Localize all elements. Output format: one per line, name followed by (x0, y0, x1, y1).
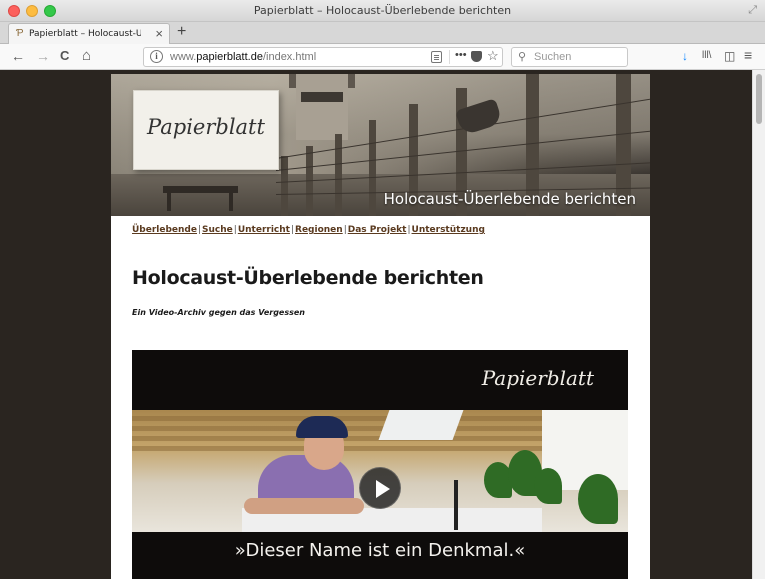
search-placeholder: Suchen (534, 51, 572, 63)
url-separator (449, 50, 450, 64)
plant (534, 468, 562, 504)
video-caption: »Dieser Name ist ein Denkmal.« (234, 540, 526, 561)
menu-separator: | (290, 225, 295, 235)
tab-strip: Ƥ Papierblatt – Holocaust-Überle × + (0, 22, 765, 44)
banner-caption: Holocaust-Überlebende berichten (383, 190, 636, 208)
person-arms (244, 498, 364, 514)
forward-button[interactable]: → (36, 48, 50, 64)
menu-separator: | (197, 225, 202, 235)
search-icon: ⚲ (518, 51, 527, 63)
watchtower (296, 74, 348, 140)
pocket-icon[interactable] (471, 51, 482, 62)
tab-papierblatt[interactable]: Ƥ Papierblatt – Holocaust-Überle × (8, 23, 170, 44)
fence-post (281, 156, 288, 216)
menu-item-das-projekt[interactable]: Das Projekt (348, 225, 407, 235)
video-logo: Papierblatt (481, 366, 594, 390)
back-button[interactable]: ← (11, 48, 25, 64)
fence-post (369, 120, 376, 216)
logo-text: Papierblatt (147, 115, 265, 139)
search-input[interactable]: ⚲ Suchen (511, 47, 628, 67)
url-text[interactable]: www.papierblatt.de/index.html (170, 51, 316, 63)
page-content: Papierblatt Holocaust-Überlebende berich… (111, 74, 650, 579)
play-button[interactable] (359, 467, 401, 509)
scrollbar-thumb[interactable] (756, 74, 762, 124)
menu-item-suche[interactable]: Suche (202, 225, 233, 235)
reader-view-icon[interactable] (431, 51, 442, 63)
navigation-bar: ← → C ⌂ i www.papierblatt.de/index.html … (0, 44, 765, 70)
menu-item-unterricht[interactable]: Unterricht (238, 225, 290, 235)
person-cap (296, 416, 348, 438)
microphone-stand (454, 480, 458, 530)
header-banner: Papierblatt Holocaust-Überlebende berich… (111, 74, 650, 216)
video-header: Papierblatt (132, 350, 628, 410)
video-player[interactable]: Papierblatt »Dieser Name ist ein Denkmal… (132, 350, 628, 579)
url-bar[interactable]: i www.papierblatt.de/index.html ••• ☆ (143, 47, 503, 67)
download-icon[interactable]: ↓ (682, 49, 688, 63)
plant (578, 474, 618, 524)
menu-item-regionen[interactable]: Regionen (295, 225, 343, 235)
menu-separator: | (233, 225, 237, 235)
new-tab-button[interactable]: + (177, 23, 186, 41)
site-logo[interactable]: Papierblatt (133, 90, 279, 170)
menu-separator: | (407, 225, 411, 235)
sidebar-icon[interactable]: ◫ (724, 49, 735, 63)
menu-item-ueberlebende[interactable]: Überlebende (132, 225, 197, 235)
site-info-icon[interactable]: i (150, 50, 163, 63)
bench-leg (229, 193, 233, 211)
watchtower-windows (301, 92, 343, 102)
tab-label: Papierblatt – Holocaust-Überle (29, 29, 141, 39)
fullscreen-icon[interactable]: ⤢ (748, 4, 757, 17)
window-titlebar: Papierblatt – Holocaust-Überlebende beri… (0, 0, 765, 22)
bench-leg (167, 193, 171, 211)
fence-post (335, 134, 342, 216)
favicon-icon: Ƥ (16, 28, 24, 39)
window-title: Papierblatt – Holocaust-Überlebende beri… (253, 4, 512, 17)
video-footer: »Dieser Name ist ein Denkmal.« (132, 532, 628, 579)
page-subtitle: Ein Video-Archiv gegen das Vergessen (132, 308, 305, 317)
page-actions-button[interactable]: ••• (455, 49, 467, 61)
menu-icon[interactable]: ≡ (744, 47, 752, 63)
page-title: Holocaust-Überlebende berichten (132, 267, 484, 289)
library-icon[interactable]: lll\ (702, 50, 711, 61)
menu-separator: | (343, 225, 347, 235)
home-button[interactable]: ⌂ (82, 48, 91, 64)
menu-item-unterstuetzung[interactable]: Unterstützung (412, 225, 485, 235)
bookmark-star-icon[interactable]: ☆ (487, 48, 499, 64)
skylight (378, 410, 464, 440)
bench (163, 186, 238, 193)
reload-button[interactable]: C (60, 48, 69, 64)
vertical-scrollbar[interactable] (752, 70, 765, 579)
main-menu: Überlebende|Suche|Unterricht|Regionen|Da… (132, 225, 485, 235)
tab-close-icon[interactable]: × (155, 26, 163, 41)
